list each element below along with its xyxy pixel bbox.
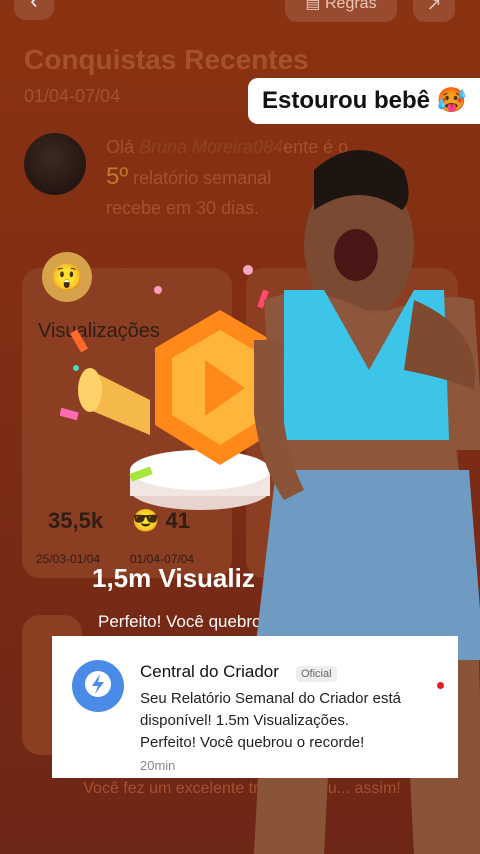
notification-banner[interactable]: Central do Criador Oficial Seu Relatório…: [52, 636, 458, 778]
sunglasses-emoji-icon: 😎: [132, 508, 166, 533]
date-range: 01/04-07/04: [24, 86, 121, 106]
rules-label: Regras: [324, 0, 377, 12]
greeting-end: recebe em 30 dias.: [106, 198, 260, 218]
back-button[interactable]: ‹: [14, 0, 54, 20]
notification-app-name: Central do Criador: [140, 662, 279, 681]
views-headline: 1,5m Visualiz: [92, 563, 255, 593]
share-button[interactable]: ↗: [413, 0, 455, 22]
previous-period-label: 25/03-01/04: [36, 552, 101, 566]
back-arrow-icon: ‹: [30, 0, 38, 13]
avatar: [24, 133, 86, 195]
current-views-value: 41: [165, 508, 190, 533]
previous-views-stat: 35,5k: [48, 508, 104, 533]
unread-dot: [437, 682, 444, 689]
current-views-stat: 😎 41: [132, 508, 190, 534]
lightning-icon: [85, 671, 111, 697]
page-title: Conquistas Recentes: [24, 44, 309, 75]
official-badge: Oficial: [296, 666, 337, 682]
top-bar: ‹ ▤ Regras ↗: [0, 0, 480, 22]
record-message: Perfeito! Você quebro: [98, 612, 262, 631]
rank-number: 5º: [106, 163, 129, 190]
notification-body: Seu Relatório Semanal do Criador está di…: [140, 690, 401, 751]
greeting-rest: relatório semanal: [128, 168, 272, 188]
rules-button[interactable]: ▤ Regras: [285, 0, 397, 22]
share-icon: ↗: [426, 0, 442, 14]
greeting-prefix: Olá: [106, 137, 140, 157]
notification-time: 20min: [140, 758, 176, 773]
document-icon: ▤: [305, 0, 325, 12]
creator-center-app-icon: [72, 660, 124, 712]
caption-label: Estourou bebê 🥵: [248, 78, 480, 124]
